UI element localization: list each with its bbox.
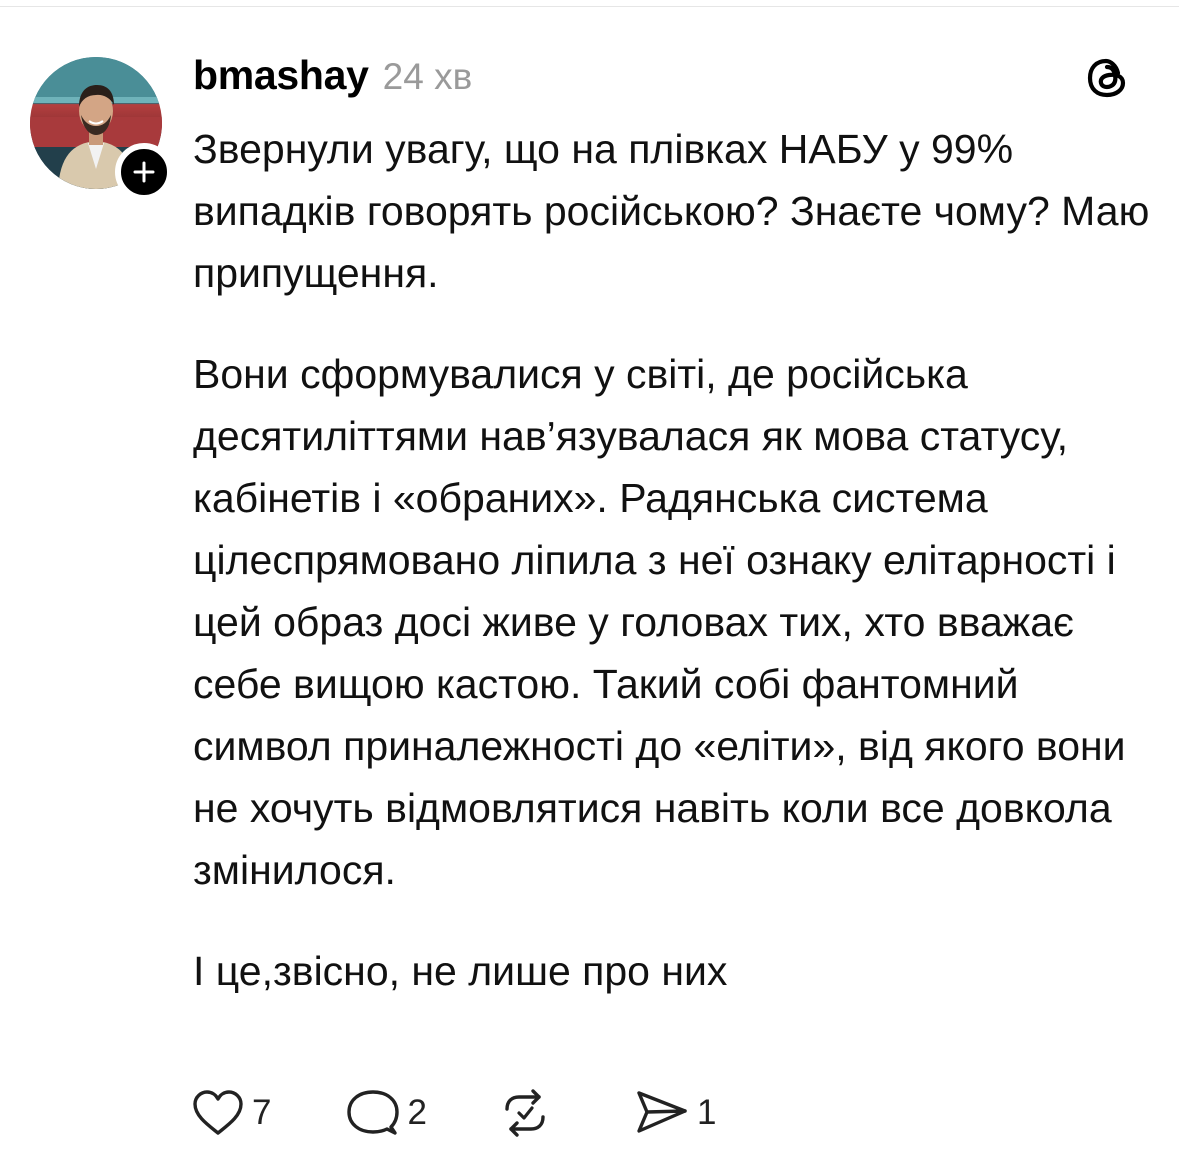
reply-button[interactable]: 2 bbox=[345, 1087, 427, 1139]
thread-post: bmashay 24 хв Звернули увагу, що на плів… bbox=[0, 0, 1179, 1174]
share-count: 1 bbox=[696, 1093, 717, 1132]
timestamp[interactable]: 24 хв bbox=[383, 56, 473, 98]
plus-icon bbox=[133, 161, 155, 183]
post-paragraph: Вони сформувалися у світі, де російська … bbox=[193, 351, 1126, 893]
share-button[interactable]: 1 bbox=[633, 1087, 716, 1139]
post-header: bmashay 24 хв bbox=[193, 52, 472, 104]
username[interactable]: bmashay bbox=[193, 52, 369, 99]
post-paragraph: Звернули увагу, що на плівках НАБУ у 99%… bbox=[193, 126, 1150, 296]
like-button[interactable]: 7 bbox=[190, 1088, 271, 1138]
follow-button[interactable] bbox=[115, 143, 173, 201]
speech-bubble-icon bbox=[347, 1090, 400, 1135]
repost-button[interactable] bbox=[497, 1087, 553, 1139]
threads-logo-icon[interactable] bbox=[1082, 53, 1132, 103]
action-bar: 7 2 1 bbox=[190, 1085, 716, 1141]
reply-count: 2 bbox=[407, 1093, 427, 1132]
send-icon bbox=[637, 1091, 687, 1133]
like-count: 7 bbox=[252, 1093, 272, 1132]
repost-icon bbox=[505, 1089, 545, 1137]
post-text: Звернули увагу, що на плівках НАБУ у 99%… bbox=[193, 118, 1153, 1002]
heart-icon bbox=[193, 1090, 243, 1135]
post-paragraph: І це,звісно, не лише про них bbox=[193, 948, 728, 994]
